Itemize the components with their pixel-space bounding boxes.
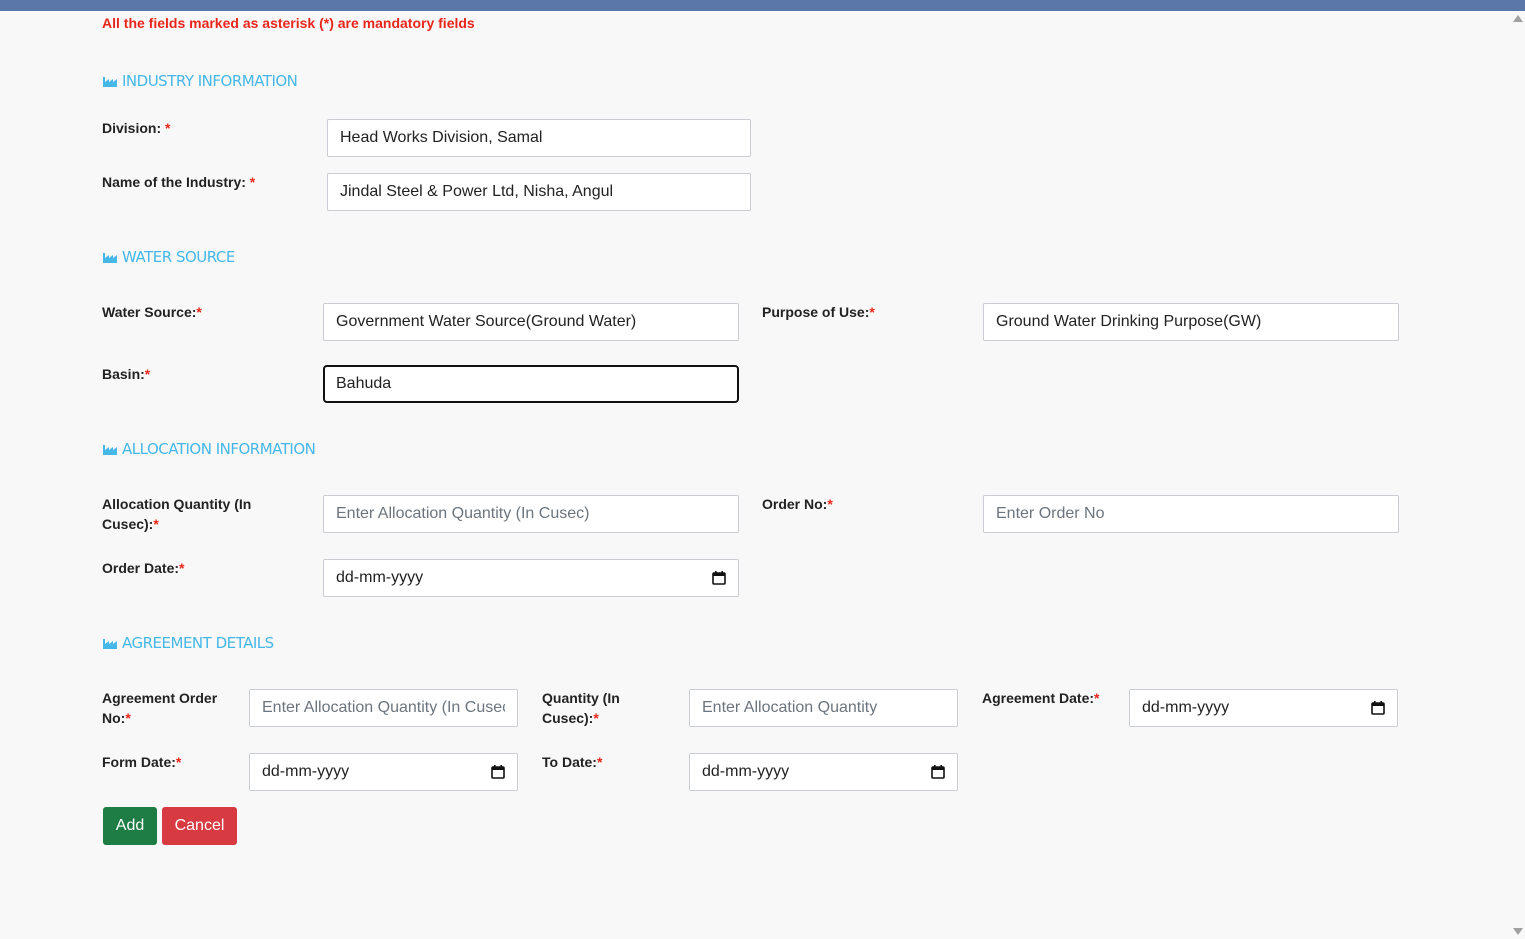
- order-no-input[interactable]: Enter Order No: [983, 495, 1399, 533]
- section-title: AGREEMENT DETAILS: [122, 634, 274, 652]
- order-date-label: Order Date:*: [102, 560, 185, 576]
- allocation-quantity-label: Allocation Quantity (In Cusec):*: [102, 496, 252, 532]
- agreement-quantity-input[interactable]: Enter Allocation Quantity: [689, 689, 958, 727]
- industry-icon: [103, 444, 118, 455]
- agreement-quantity-label: Quantity (In Cusec):*: [542, 690, 620, 726]
- agreement-order-no-input[interactable]: Enter Allocation Quantity (In Cusec): [249, 689, 518, 727]
- agreement-date-input[interactable]: dd-mm-yyyy: [1129, 689, 1398, 727]
- basin-label: Basin:*: [102, 366, 151, 382]
- to-date-label: To Date:*: [542, 754, 603, 770]
- section-industry-information: INDUSTRY INFORMATION: [103, 72, 298, 90]
- order-date-input[interactable]: dd-mm-yyyy: [323, 559, 739, 597]
- division-label: Division: *: [102, 120, 171, 136]
- top-bar: [0, 0, 1525, 11]
- to-date-input[interactable]: dd-mm-yyyy: [689, 753, 958, 791]
- division-field[interactable]: Head Works Division, Samal: [327, 119, 751, 157]
- section-allocation-information: ALLOCATION INFORMATION: [103, 440, 316, 458]
- water-source-label: Water Source:*: [102, 304, 202, 320]
- allocation-quantity-input[interactable]: Enter Allocation Quantity (In Cusec): [323, 495, 739, 533]
- purpose-label: Purpose of Use:*: [762, 304, 875, 320]
- agreement-order-no-label: Agreement Order No:*: [102, 690, 218, 726]
- order-no-label: Order No:*: [762, 496, 833, 512]
- calendar-icon[interactable]: [931, 765, 945, 779]
- industry-name-label: Name of the Industry: *: [102, 174, 256, 190]
- agreement-date-label: Agreement Date:*: [982, 690, 1100, 706]
- mandatory-notice: All the fields marked as asterisk (*) ar…: [102, 15, 475, 31]
- scrollbar[interactable]: [1510, 11, 1525, 939]
- calendar-icon[interactable]: [491, 765, 505, 779]
- scroll-up-arrow-icon[interactable]: [1513, 15, 1523, 22]
- from-date-label: Form Date:*: [102, 754, 182, 770]
- industry-icon: [103, 76, 118, 87]
- from-date-input[interactable]: dd-mm-yyyy: [249, 753, 518, 791]
- calendar-icon[interactable]: [712, 571, 726, 585]
- industry-icon: [103, 252, 118, 263]
- industry-icon: [103, 638, 118, 649]
- section-water-source: WATER SOURCE: [103, 248, 235, 266]
- section-title: WATER SOURCE: [122, 248, 235, 266]
- cancel-button[interactable]: Cancel: [162, 807, 237, 845]
- purpose-select[interactable]: Ground Water Drinking Purpose(GW): [983, 303, 1399, 341]
- basin-select[interactable]: Bahuda: [323, 365, 739, 403]
- section-title: ALLOCATION INFORMATION: [122, 440, 316, 458]
- water-source-select[interactable]: Government Water Source(Ground Water): [323, 303, 739, 341]
- scroll-down-arrow-icon[interactable]: [1513, 928, 1523, 935]
- add-button[interactable]: Add: [103, 807, 157, 845]
- section-title: INDUSTRY INFORMATION: [122, 72, 298, 90]
- section-agreement-details: AGREEMENT DETAILS: [103, 634, 274, 652]
- industry-name-field[interactable]: Jindal Steel & Power Ltd, Nisha, Angul: [327, 173, 751, 211]
- calendar-icon[interactable]: [1371, 701, 1385, 715]
